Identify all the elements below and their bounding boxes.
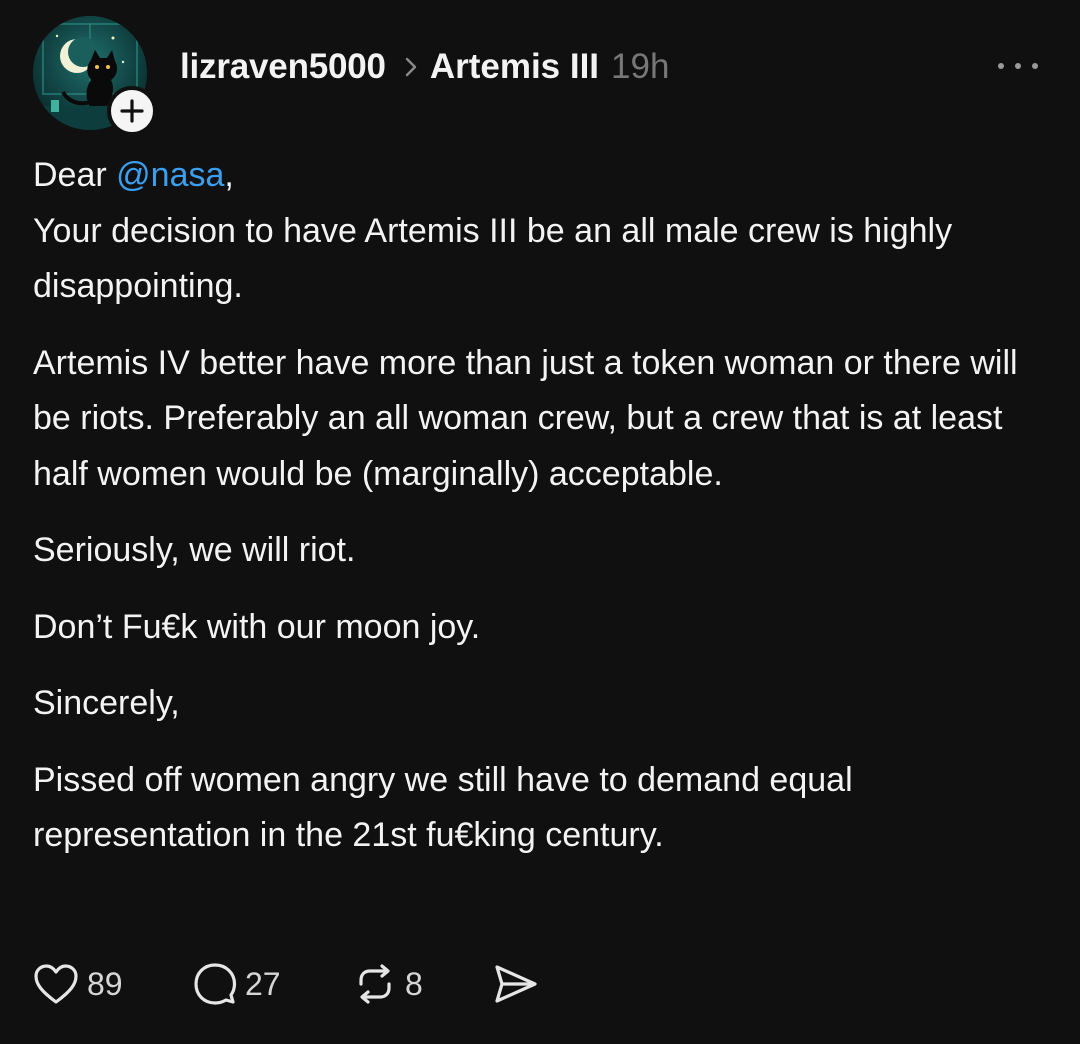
timestamp: 19h bbox=[611, 47, 670, 86]
post-paragraph: Don’t Fu€k with our moon joy. bbox=[33, 607, 481, 646]
like-button[interactable]: 89 bbox=[33, 963, 193, 1005]
plus-icon bbox=[120, 99, 144, 123]
username[interactable]: lizraven5000 bbox=[180, 47, 386, 87]
repost-icon bbox=[359, 964, 391, 1004]
topic-tag[interactable]: Artemis III bbox=[430, 47, 599, 87]
mention-link[interactable]: @nasa bbox=[116, 156, 224, 194]
reply-button[interactable]: 27 bbox=[193, 962, 353, 1006]
more-icon[interactable] bbox=[998, 56, 1038, 76]
greeting-text: Dear bbox=[33, 156, 117, 194]
chevron-right-icon bbox=[404, 56, 418, 78]
heart-icon bbox=[34, 964, 78, 1004]
like-count: 89 bbox=[87, 965, 123, 1002]
post-body: Dear @nasa, Your decision to have Artemis… bbox=[33, 148, 1043, 885]
send-icon bbox=[495, 965, 537, 1003]
repost-button[interactable]: 8 bbox=[353, 962, 493, 1006]
post-header: lizraven5000 Artemis III 19h bbox=[180, 40, 669, 94]
avatar-container[interactable] bbox=[33, 16, 157, 136]
follow-button[interactable] bbox=[107, 86, 157, 136]
greeting-comma: , bbox=[224, 156, 234, 194]
repost-count: 8 bbox=[405, 965, 423, 1002]
share-button[interactable] bbox=[493, 963, 553, 1005]
post-paragraph: Pissed off women angry we still have to … bbox=[33, 760, 853, 855]
action-bar: 89 27 8 bbox=[33, 960, 553, 1008]
post-paragraph: Artemis IV better have more than just a … bbox=[33, 343, 1018, 493]
post-paragraph: Dear @nasa, Your decision to have Artemis… bbox=[33, 148, 1043, 315]
reply-count: 27 bbox=[245, 965, 281, 1002]
comment-icon bbox=[194, 963, 237, 1005]
thread-post: lizraven5000 Artemis III 19h Dear @nasa,… bbox=[0, 0, 1080, 1044]
paragraph-text: Your decision to have Artemis III be an … bbox=[33, 211, 953, 306]
post-paragraph: Sincerely, bbox=[33, 684, 180, 722]
post-paragraph: Seriously, we will riot. bbox=[33, 531, 356, 569]
